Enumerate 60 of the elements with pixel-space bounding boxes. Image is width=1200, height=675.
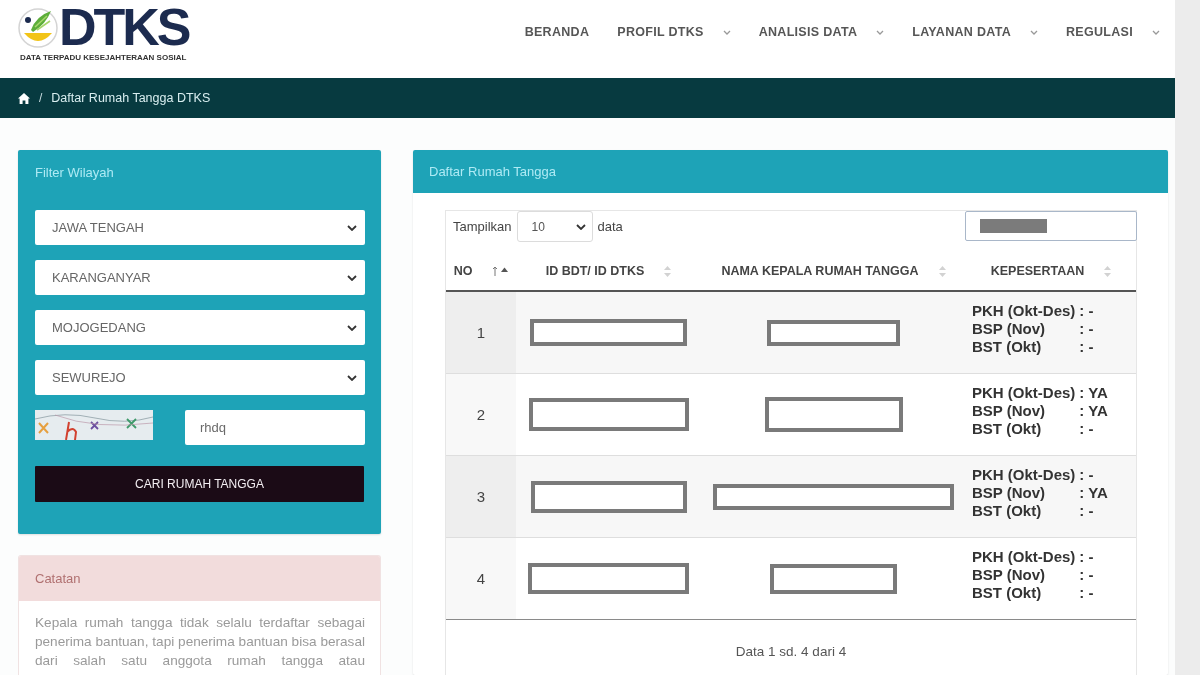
- program-status: : YA: [1079, 401, 1108, 420]
- program-name: BSP (Nov): [972, 483, 1047, 502]
- program-name: BST (Okt): [972, 337, 1043, 356]
- home-icon[interactable]: [18, 92, 30, 104]
- captcha-input[interactable]: rhdq: [185, 410, 365, 445]
- logo-wordmark: DTKS: [59, 6, 189, 48]
- program-status: : -: [1079, 301, 1094, 320]
- program-status: : -: [1079, 319, 1094, 338]
- chevron-down-icon: [347, 324, 357, 331]
- program-name: BSP (Nov): [972, 565, 1047, 584]
- region-select[interactable]: JAWA TENGAH: [35, 210, 365, 245]
- breadcrumb-separator: /: [39, 91, 43, 105]
- row-number: 4: [446, 537, 516, 619]
- chevron-down-icon: [575, 223, 586, 230]
- logo-tagline: DATA TERPADU KESEJAHTERAAN SOSIAL: [20, 53, 188, 63]
- region-select[interactable]: MOJOGEDANG: [35, 310, 365, 345]
- region-select[interactable]: KARANGANYAR: [35, 260, 365, 295]
- row-number: 1: [446, 291, 516, 374]
- program-status: : -: [1079, 565, 1094, 584]
- program-status: : -: [1079, 547, 1094, 566]
- sort-ascending-icon[interactable]: [492, 266, 509, 276]
- program-status: : -: [1079, 465, 1095, 484]
- program-name: BST (Okt): [972, 501, 1043, 520]
- program-status: : -: [1079, 501, 1095, 520]
- nav-link[interactable]: REGULASI: [1066, 24, 1160, 40]
- table-info: Data 1 sd. 4 dari 4: [735, 644, 847, 659]
- nav-link[interactable]: BERANDA: [524, 24, 590, 40]
- program-name: PKH (Okt-Des): [972, 547, 1076, 566]
- program-name: PKH (Okt-Des): [972, 301, 1076, 320]
- program-name: BST (Okt): [972, 583, 1043, 602]
- program-name: PKH (Okt-Des): [972, 465, 1076, 484]
- nav-link[interactable]: PROFIL DTKS: [617, 24, 731, 40]
- chevron-down-icon: [347, 274, 357, 281]
- row-number: 3: [446, 455, 516, 538]
- program-name: BST (Okt): [972, 419, 1043, 438]
- program-status: : -: [1079, 419, 1095, 438]
- search-button[interactable]: CARI RUMAH TANGGA: [35, 466, 364, 502]
- search-field[interactable]: [965, 211, 1137, 241]
- breadcrumb-current: Daftar Rumah Tangga DTKS: [51, 91, 211, 105]
- panel-title: Filter Wilayah: [35, 165, 114, 180]
- length-suffix: data: [597, 219, 623, 234]
- program-status: : YA: [1079, 383, 1108, 402]
- program-status: : YA: [1079, 483, 1108, 502]
- note-heading: Catatan: [19, 556, 380, 601]
- program-name: BSP (Nov): [972, 401, 1047, 420]
- program-status: : -: [1079, 337, 1094, 356]
- page-size-select[interactable]: 10: [516, 211, 593, 242]
- program-name: BSP (Nov): [972, 319, 1047, 338]
- row-number: 2: [446, 373, 516, 456]
- panel-heading: Daftar Rumah Tangga: [413, 150, 1168, 193]
- region-select[interactable]: SEWUREJO: [35, 360, 365, 395]
- length-label: Tampilkan: [453, 219, 512, 234]
- chevron-down-icon: [347, 374, 357, 381]
- nav-link[interactable]: LAYANAN DATA: [912, 24, 1038, 40]
- nav-link[interactable]: ANALISIS DATA: [758, 24, 885, 40]
- chevron-down-icon: [347, 224, 357, 231]
- program-name: PKH (Okt-Des): [972, 383, 1076, 402]
- logo-emblem-icon: [18, 6, 58, 50]
- program-status: : -: [1079, 583, 1094, 602]
- note-text: Kepala rumah tangga tidak selalu terdaftar sebagai penerima bantuan, tapi penerima bantuan bisa berasal dari salah satu anggota rumah tangga atau: [34, 614, 366, 670]
